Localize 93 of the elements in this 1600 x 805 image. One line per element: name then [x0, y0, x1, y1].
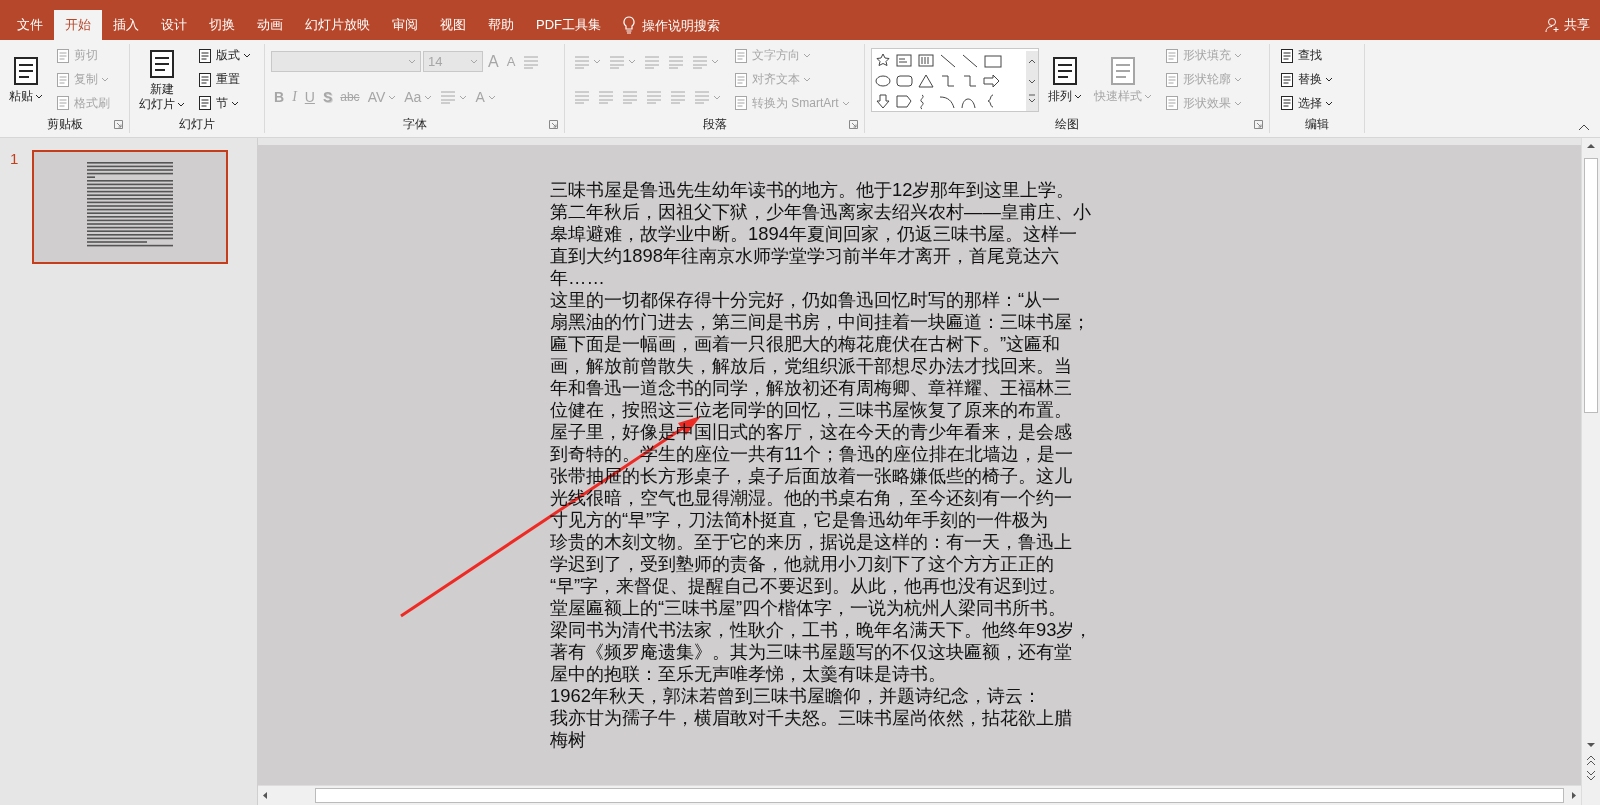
group-label: 剪贴板 [46, 115, 83, 133]
next-slide-icon[interactable] [1584, 769, 1598, 783]
group-label: 幻灯片 [179, 115, 215, 133]
slide-text-line: 著有《频罗庵遗集》。其为三味书屋题写的不仅这块匾额，还有堂 [550, 641, 1072, 663]
lines-icon [574, 54, 590, 69]
document-icon [733, 71, 749, 88]
document-icon [197, 47, 213, 64]
ribbon-button[interactable]: 选择 [1276, 93, 1336, 113]
slide-text-line: 我亦甘为孺子牛，横眉敢对千夫怒。三味书屋尚依然，拈花欲上腊 [550, 707, 1072, 729]
slide-text-line: 画，解放前曾散失，解放后，党组织派干部想尽办法才找回来。当 [550, 355, 1072, 377]
slide-text-line: “早”字，来督促、提醒自己不要迟到。从此，他再也没有迟到过。 [550, 575, 1067, 597]
ribbon-button[interactable]: 版式 [194, 46, 254, 66]
slide-text-line: 屋中的抱联：至乐无声唯孝悌，太羹有味是诗书。 [550, 663, 946, 685]
ribbon-button[interactable]: 替换 [1276, 70, 1336, 90]
ribbon-tab[interactable]: 文件 [6, 10, 54, 40]
document-icon [1164, 95, 1180, 112]
slide-text-line: 皋埠避难，故学业中断。1894年夏间回家，仍返三味书屋。这样一 [550, 223, 1077, 245]
slide-text-line: 直到大约1898年往南京水师学堂学习前半年才离开，首尾竟达六 [550, 245, 1059, 267]
ribbon-tab[interactable]: PDF工具集 [525, 10, 612, 40]
group-label: 段落 [702, 115, 727, 133]
scroll-thumb[interactable] [315, 788, 1564, 803]
slide-text-line: 位健在，按照这三位老同学的回忆，三味书屋恢复了原来的布置。 [550, 399, 1072, 421]
ribbon-tab[interactable]: 切换 [198, 10, 246, 40]
document-icon [55, 47, 71, 64]
slide-text-line: 三味书屋是鲁迅先生幼年读书的地方。他于12岁那年到这里上学。 [550, 179, 1075, 201]
group-label: 绘图 [1055, 115, 1079, 133]
lines-icon [523, 54, 540, 69]
lines-icon [670, 90, 686, 105]
dialog-launcher-icon[interactable] [1254, 119, 1263, 129]
ribbon-button[interactable]: 查找 [1276, 46, 1325, 66]
document-icon [733, 95, 749, 112]
scroll-thumb[interactable] [1584, 158, 1598, 413]
ribbon-tab[interactable]: 帮助 [477, 10, 525, 40]
dialog-launcher-icon[interactable] [849, 119, 858, 129]
slide-text-line: 年和鲁迅一道念书的同学，解放初还有周梅卿、章祥耀、王福林三 [550, 377, 1072, 399]
slide-text-line: 1962年秋天，郭沫若曾到三味书屋瞻仰，并题诗纪念，诗云： [550, 685, 1041, 707]
ribbon-tab[interactable]: 插入 [102, 10, 150, 40]
document-icon [197, 95, 213, 112]
ribbon-button[interactable]: 排列 [1045, 44, 1085, 115]
slide-text-line: 梅树 [550, 729, 586, 751]
previous-slide-icon[interactable] [1584, 753, 1598, 767]
document-icon [1279, 71, 1295, 88]
ribbon-tab[interactable]: 设计 [150, 10, 198, 40]
document-icon [55, 71, 71, 88]
lines-icon [694, 90, 710, 105]
ribbon-tab[interactable]: 开始 [54, 10, 102, 40]
document-icon [55, 95, 71, 112]
document-icon [1279, 47, 1295, 64]
dialog-launcher-icon[interactable] [549, 119, 558, 129]
ribbon-tab[interactable]: 审阅 [381, 10, 429, 40]
slide-text-line: 珍贵的木刻文物。至于它的来历，据说是这样的：有一天，鲁迅上 [550, 531, 1072, 553]
slide-text-line: 年…… [550, 267, 605, 289]
ribbon-button[interactable]: 新建 幻灯片 [136, 44, 188, 115]
collapse-ribbon-icon[interactable] [1578, 123, 1590, 131]
lines-icon [440, 90, 457, 105]
ribbon-tab[interactable]: 动画 [246, 10, 294, 40]
lines-icon [609, 54, 625, 69]
tell-me-search-field[interactable]: 操作说明搜索 [642, 17, 752, 33]
ribbon-tab[interactable]: 幻灯片放映 [294, 10, 381, 40]
slide-text-line: 扇黑油的竹门进去，第三间是书房，中间挂着一块匾道：三味书屋； [550, 311, 1090, 333]
slide-text-line: 第二年秋后，因祖父下狱，少年鲁迅离家去绍兴农村——皇甫庄、小 [550, 201, 1091, 223]
document-icon [1279, 95, 1295, 112]
person-icon [1545, 17, 1561, 33]
lines-icon [622, 90, 638, 105]
ribbon-button[interactable]: 粘贴 [6, 44, 46, 115]
lines-icon [598, 90, 614, 105]
ribbon-button[interactable]: 节 [194, 93, 242, 113]
lines-icon [668, 54, 684, 69]
dialog-launcher-icon[interactable] [114, 119, 123, 129]
ribbon-button[interactable]: 重置 [194, 70, 243, 90]
slide-thumbnail[interactable] [32, 150, 229, 264]
group-label: 字体 [402, 115, 427, 133]
slide-text-line: 学迟到了，受到塾师的责备，他就用小刀刻下了这个方方正正的 [550, 553, 1054, 575]
ribbon-tab[interactable]: 视图 [429, 10, 477, 40]
slide-text-line: 堂屋匾额上的“三味书屋”四个楷体字，一说为杭州人梁同书所书。 [550, 597, 1067, 619]
share-button[interactable]: 共享 [1564, 10, 1590, 40]
slide-text-line: 这里的一切都保存得十分完好，仍如鲁迅回忆时写的那样：“从一 [550, 289, 1061, 311]
group-label: 编辑 [1305, 115, 1329, 133]
slide-number: 1 [10, 150, 19, 169]
lines-icon [644, 54, 660, 69]
lines-icon [646, 90, 662, 105]
slide-text-line: 梁同书为清代书法家，性耿介，工书，晚年名满天下。他终年93岁， [550, 619, 1093, 641]
document-icon [1164, 71, 1180, 88]
document-icon [197, 71, 213, 88]
shape-gallery[interactable] [871, 47, 1039, 112]
slide-text-line: 寸见方的“早”字，刀法简朴挺直，它是鲁迅幼年手刻的一件极为 [550, 509, 1049, 531]
lines-icon [574, 90, 590, 105]
gallery-scroll-icon[interactable] [1026, 50, 1038, 111]
document-icon [1164, 47, 1180, 64]
lines-icon [692, 54, 708, 69]
lightbulb-icon [622, 16, 636, 34]
document-icon [733, 47, 749, 64]
slide-text-line: 匾下面是一幅画，画着一只很肥大的梅花鹿伏在古树下。”这匾和 [550, 333, 1061, 355]
